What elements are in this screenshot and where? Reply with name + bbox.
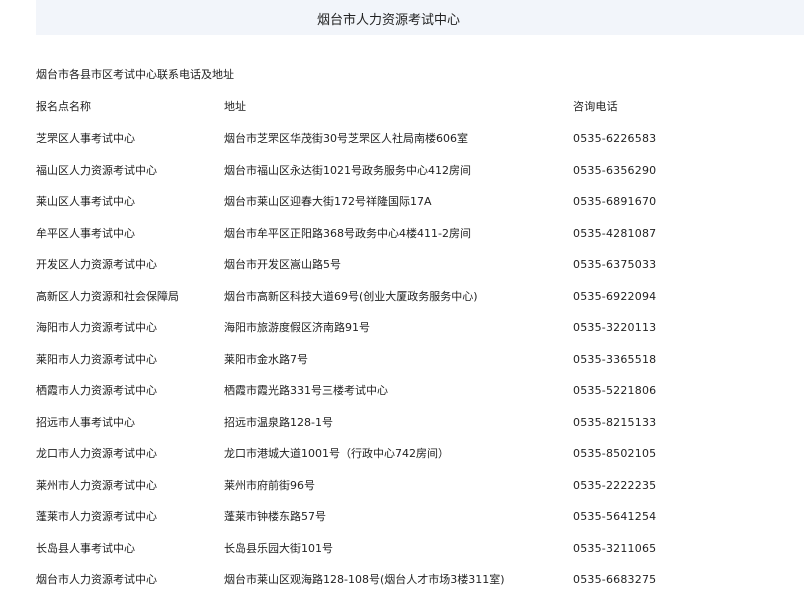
- office-phone: 0535-5641254: [573, 510, 657, 523]
- table-row: 莱阳市人力资源考试中心 莱阳市金水路7号 0535-3365518: [36, 352, 736, 384]
- office-name: 牟平区人事考试中心: [36, 226, 135, 240]
- office-name: 栖霞市人力资源考试中心: [36, 384, 157, 397]
- office-phone: 0535-4281087: [573, 226, 657, 240]
- office-address: 长岛县乐园大街101号: [224, 541, 333, 555]
- office-address: 烟台市莱山区观海路128-108号(烟台人才市场3楼311室): [224, 573, 505, 586]
- office-address: 烟台市牟平区正阳路368号政务中心4楼411-2房间: [224, 226, 471, 240]
- table-header-row: 报名点名称 地址 咨询电话: [36, 99, 736, 131]
- column-header-phone: 咨询电话: [573, 100, 618, 113]
- office-address: 招远市温泉路128-1号: [224, 415, 333, 429]
- office-name: 蓬莱市人力资源考试中心: [36, 510, 157, 523]
- office-address: 蓬莱市钟楼东路57号: [224, 510, 326, 523]
- office-name: 莱阳市人力资源考试中心: [36, 352, 157, 366]
- table-row: 莱州市人力资源考试中心 莱州市府前街96号 0535-2222235: [36, 478, 736, 510]
- page-title: 烟台市人力资源考试中心: [317, 13, 461, 28]
- office-phone: 0535-3220113: [573, 321, 657, 334]
- office-name: 福山区人力资源考试中心: [36, 163, 157, 177]
- table-row: 蓬莱市人力资源考试中心 蓬莱市钟楼东路57号 0535-5641254: [36, 509, 736, 541]
- table-row: 栖霞市人力资源考试中心 栖霞市霞光路331号三楼考试中心 0535-5221806: [36, 383, 736, 415]
- office-name: 开发区人力资源考试中心: [36, 258, 157, 271]
- table-row: 福山区人力资源考试中心 烟台市福山区永达街1021号政务服务中心412房间 0535…: [36, 163, 736, 195]
- office-name: 莱山区人事考试中心: [36, 195, 135, 208]
- office-phone: 0535-3211065: [573, 541, 657, 555]
- table-row: 开发区人力资源考试中心 烟台市开发区嵩山路5号 0535-6375033: [36, 257, 736, 289]
- table-row: 龙口市人力资源考试中心 龙口市港城大道1001号（行政中心742房间） 0535-8…: [36, 446, 736, 478]
- office-phone: 0535-5221806: [573, 384, 657, 397]
- office-phone: 0535-8502105: [573, 447, 657, 460]
- table-row: 莱山区人事考试中心 烟台市莱山区迎春大街172号祥隆国际17A 0535-68916…: [36, 194, 736, 226]
- office-address: 栖霞市霞光路331号三楼考试中心: [224, 384, 388, 397]
- office-phone: 0535-6356290: [573, 163, 657, 177]
- office-name: 招远市人事考试中心: [36, 415, 135, 429]
- office-phone: 0535-6683275: [573, 573, 657, 586]
- column-header-address: 地址: [224, 100, 246, 113]
- office-phone: 0535-3365518: [573, 352, 657, 366]
- office-address: 烟台市莱山区迎春大街172号祥隆国际17A: [224, 195, 432, 208]
- table-row: 招远市人事考试中心 招远市温泉路128-1号 0535-8215133: [36, 415, 736, 447]
- office-phone: 0535-2222235: [573, 478, 657, 492]
- office-phone: 0535-6375033: [573, 258, 657, 271]
- table-row: 长岛县人事考试中心 长岛县乐园大街101号 0535-3211065: [36, 541, 736, 573]
- office-name: 长岛县人事考试中心: [36, 541, 135, 555]
- office-address: 烟台市开发区嵩山路5号: [224, 258, 341, 271]
- office-name: 海阳市人力资源考试中心: [36, 321, 157, 334]
- table-row: 芝罘区人事考试中心 烟台市芝罘区华茂街30号芝罘区人社局南楼606室 0535-62…: [36, 131, 736, 163]
- section-title: 烟台市各县市区考试中心联系电话及地址: [36, 68, 234, 81]
- header-bar: 烟台市人力资源考试中心: [36, 0, 804, 35]
- office-name: 龙口市人力资源考试中心: [36, 447, 157, 460]
- office-phone: 0535-8215133: [573, 415, 657, 429]
- office-address: 海阳市旅游度假区济南路91号: [224, 321, 370, 334]
- office-address: 莱阳市金水路7号: [224, 352, 308, 366]
- office-address: 烟台市芝罘区华茂街30号芝罘区人社局南楼606室: [224, 132, 468, 145]
- office-name: 烟台市人力资源考试中心: [36, 573, 157, 586]
- office-phone: 0535-6922094: [573, 289, 657, 303]
- office-phone: 0535-6891670: [573, 195, 657, 208]
- office-address: 龙口市港城大道1001号（行政中心742房间）: [224, 447, 449, 460]
- office-name: 芝罘区人事考试中心: [36, 132, 135, 145]
- contact-table: 报名点名称 地址 咨询电话 芝罘区人事考试中心 烟台市芝罘区华茂街30号芝罘区人社…: [36, 99, 736, 604]
- office-name: 高新区人力资源和社会保障局: [36, 289, 179, 303]
- office-address: 莱州市府前街96号: [224, 478, 315, 492]
- column-header-name: 报名点名称: [36, 100, 91, 113]
- table-body: 芝罘区人事考试中心 烟台市芝罘区华茂街30号芝罘区人社局南楼606室 0535-62…: [36, 131, 736, 604]
- office-address: 烟台市高新区科技大道69号(创业大厦政务服务中心): [224, 289, 478, 303]
- office-name: 莱州市人力资源考试中心: [36, 478, 157, 492]
- table-row: 烟台市人力资源考试中心 烟台市莱山区观海路128-108号(烟台人才市场3楼311…: [36, 572, 736, 604]
- table-row: 高新区人力资源和社会保障局 烟台市高新区科技大道69号(创业大厦政务服务中心) 05…: [36, 289, 736, 321]
- table-row: 牟平区人事考试中心 烟台市牟平区正阳路368号政务中心4楼411-2房间 0535-…: [36, 226, 736, 258]
- office-phone: 0535-6226583: [573, 132, 657, 145]
- office-address: 烟台市福山区永达街1021号政务服务中心412房间: [224, 163, 471, 177]
- table-row: 海阳市人力资源考试中心 海阳市旅游度假区济南路91号 0535-3220113: [36, 320, 736, 352]
